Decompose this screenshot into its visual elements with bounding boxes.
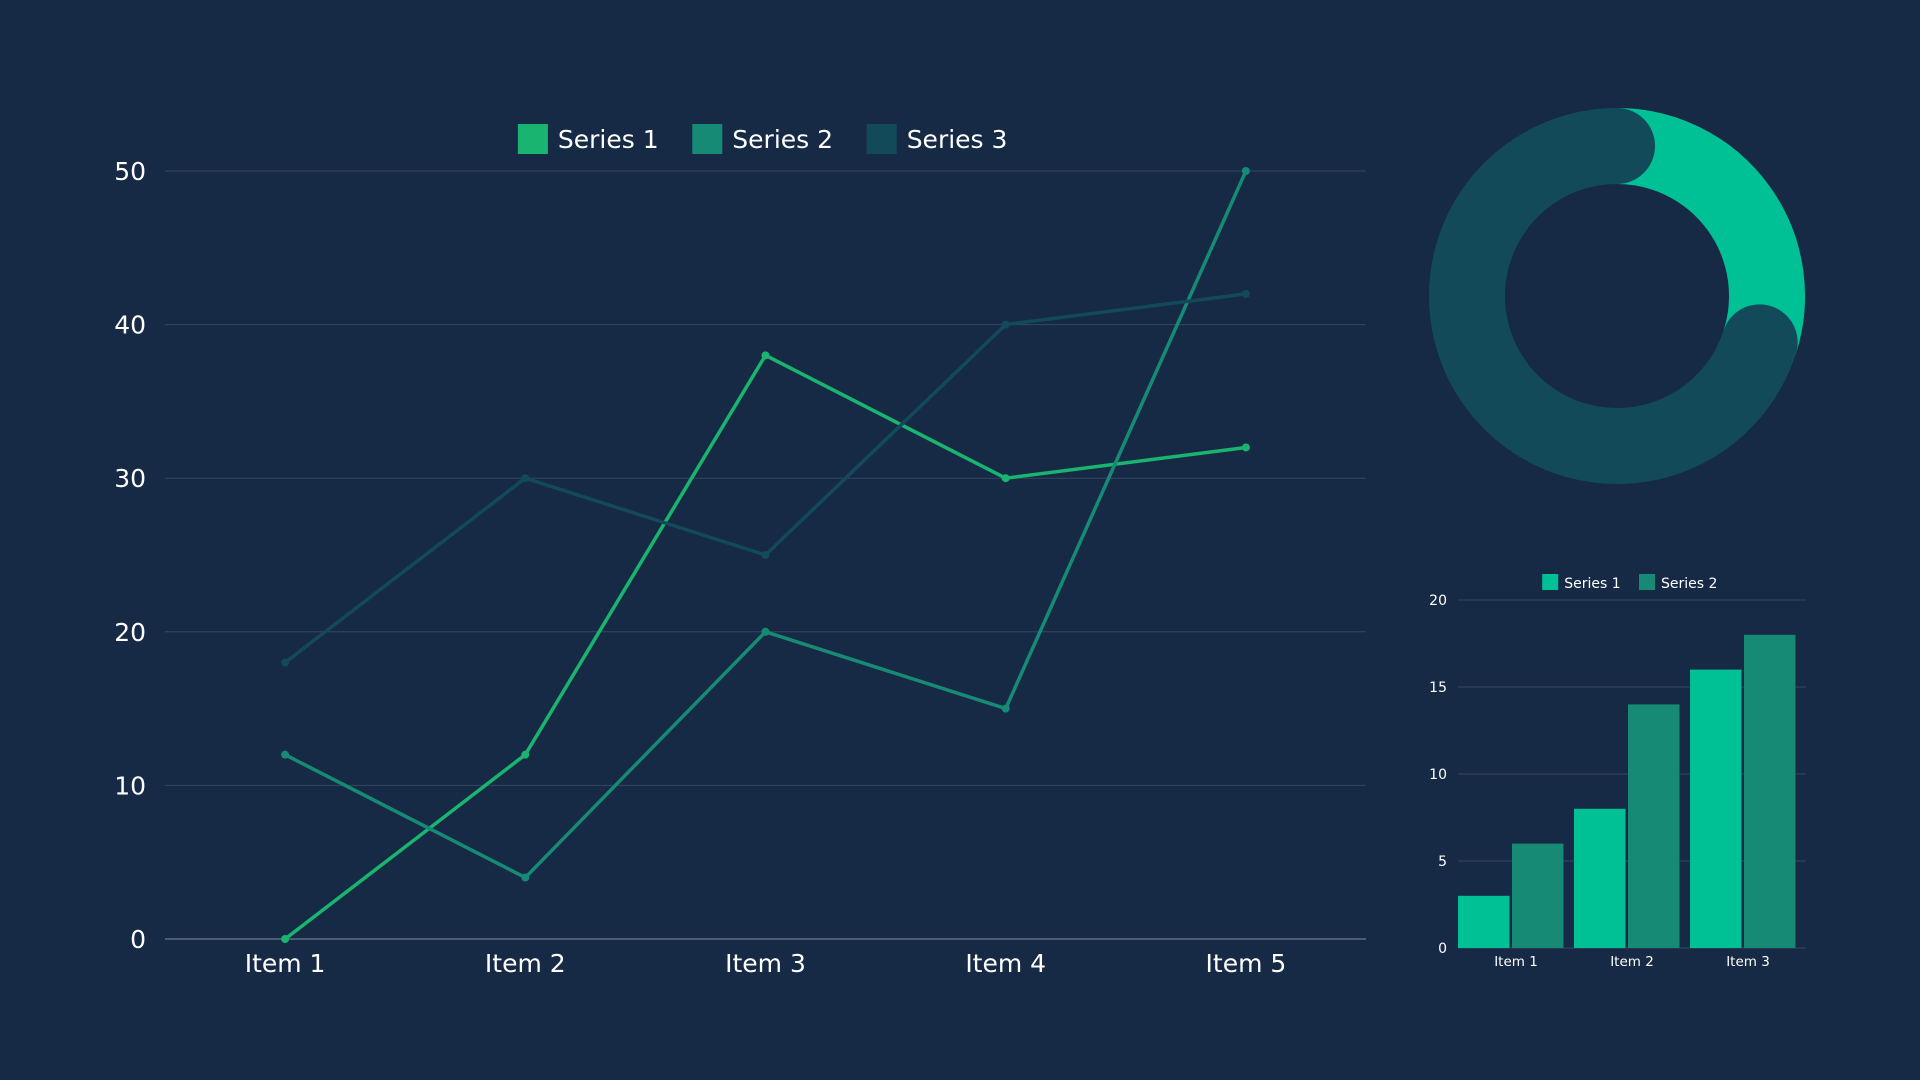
data-point (281, 935, 290, 943)
legend-label: Series 2 (732, 125, 833, 154)
data-point (761, 627, 770, 636)
data-point (1241, 443, 1250, 452)
legend-label: Series 1 (558, 125, 659, 154)
y-tick-label: 5 (1438, 854, 1447, 870)
series-line (284, 170, 1248, 880)
y-tick-label: 20 (1429, 593, 1447, 609)
data-point (521, 873, 530, 882)
bar (1574, 808, 1626, 948)
legend-swatch (1639, 574, 1655, 590)
y-tick-label: 50 (114, 157, 146, 186)
y-tick-label: 30 (114, 464, 146, 493)
legend-swatch (1542, 574, 1559, 590)
dashboard-canvas: 0 10 20 30 40 50 Item 1 Item 2 Item 3 Item 4 Item … (0, 0, 1920, 1080)
bar (1628, 704, 1680, 948)
y-tick-label: 10 (1429, 767, 1447, 783)
y-tick-label: 40 (114, 311, 146, 340)
legend-swatch (866, 124, 897, 154)
legend-label: Series 3 (907, 125, 1008, 154)
x-tick-label: Item 1 (1494, 954, 1538, 970)
series-line (284, 353, 1247, 941)
x-tick-label: Item 2 (1610, 954, 1654, 970)
x-tick-label: Item 5 (1206, 949, 1287, 978)
y-tick-label: 10 (114, 771, 146, 800)
data-point (281, 750, 290, 759)
data-point (1241, 167, 1250, 175)
legend-label: Series 1 (1564, 576, 1620, 592)
x-tick-label: Item 1 (245, 949, 326, 978)
data-point (1241, 289, 1250, 298)
y-tick-label: 20 (114, 618, 146, 647)
data-point (281, 658, 290, 667)
legend-swatch (692, 124, 723, 154)
x-tick-label: Item 3 (1726, 954, 1770, 970)
legend-label: Series 2 (1661, 576, 1717, 592)
legend-swatch (517, 124, 548, 154)
y-tick-label: 15 (1429, 680, 1447, 696)
line-chart: 01020304050Item 1 Item 2 Item 3 Item 4 Item … (114, 108, 1806, 978)
data-point (1001, 474, 1010, 483)
data-point (761, 351, 770, 360)
bar (1512, 843, 1564, 948)
data-point (1001, 320, 1010, 329)
y-tick-label: 0 (1438, 941, 1447, 957)
bar (1690, 669, 1742, 948)
y-tick-label: 0 (130, 925, 146, 954)
x-tick-label: Item 4 (965, 949, 1046, 978)
data-point (521, 474, 530, 483)
data-point (1001, 704, 1010, 713)
data-point (761, 551, 770, 559)
bar (1744, 634, 1796, 948)
x-tick-label: Item 3 (725, 949, 806, 978)
bar (1458, 895, 1510, 948)
x-tick-label: Item 2 (485, 949, 566, 978)
data-point (521, 750, 530, 759)
